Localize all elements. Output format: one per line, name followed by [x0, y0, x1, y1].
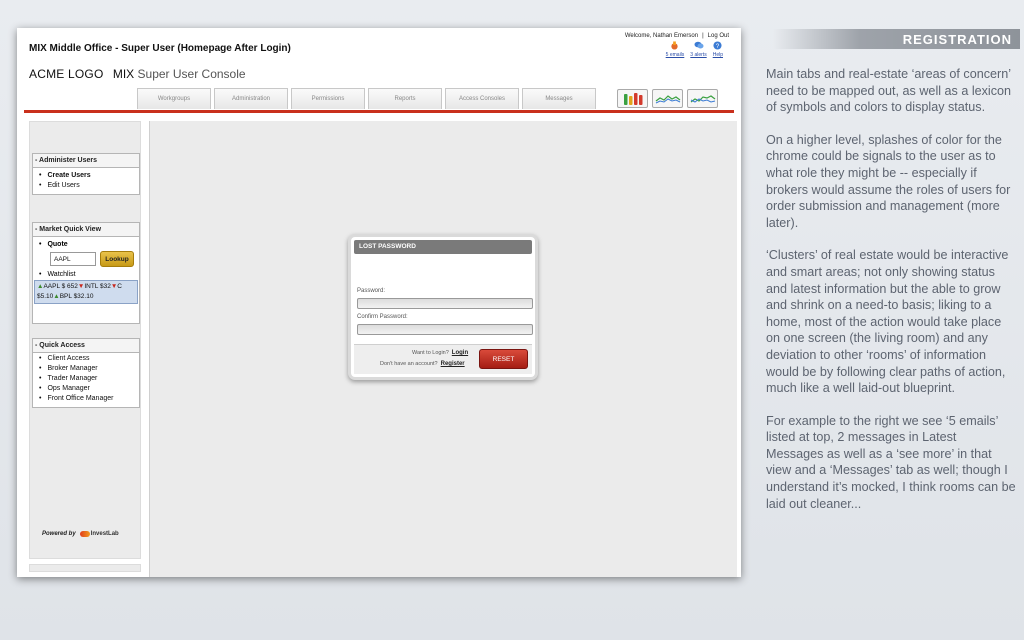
- login-link[interactable]: Login: [452, 350, 468, 356]
- password-field[interactable]: [357, 298, 533, 309]
- panel-title: - Quick Access: [33, 339, 139, 353]
- tab-reports[interactable]: Reports: [368, 88, 442, 109]
- quote-input[interactable]: [50, 252, 96, 266]
- dialog-title: LOST PASSWORD: [354, 240, 532, 254]
- confirm-password-field[interactable]: [357, 324, 533, 335]
- notes-text: Main tabs and real-estate ‘areas of conc…: [766, 66, 1016, 528]
- broker-manager-link[interactable]: Broker Manager: [39, 364, 139, 374]
- note-paragraph: For example to the right we see ‘5 email…: [766, 413, 1016, 511]
- login-row: Want to Login? Login: [412, 350, 469, 356]
- administer-users-panel: - Administer Users Create Users Edit Use…: [32, 153, 140, 195]
- mockup-window: MIX Middle Office - Super User (Homepage…: [17, 28, 741, 577]
- trader-manager-link[interactable]: Trader Manager: [39, 374, 139, 384]
- watchlist-ticker: ▲AAPL $ 652▼INTL $32▼C $5.10▲BPL $32.10: [34, 280, 138, 304]
- console-label: Super User Console: [137, 67, 246, 81]
- note-paragraph: Main tabs and real-estate ‘areas of conc…: [766, 67, 1012, 115]
- tab-permissions[interactable]: Permissions: [291, 88, 365, 109]
- password-label: Password:: [357, 288, 386, 294]
- register-row: Don't have an account? Register: [380, 361, 465, 367]
- user-icons: 5 emails 3 alerts ? Help: [666, 41, 723, 58]
- reset-button[interactable]: RESET: [479, 349, 528, 369]
- alerts-link[interactable]: 3 alerts: [690, 41, 707, 58]
- panel-title: - Administer Users: [33, 154, 139, 168]
- emails-link[interactable]: 5 emails: [666, 41, 684, 58]
- quote-row: Lookup: [33, 248, 139, 267]
- logo-row: ACME LOGO MIX Super User Console: [29, 67, 246, 81]
- tab-administration[interactable]: Administration: [214, 88, 288, 109]
- help-link[interactable]: ? Help: [713, 41, 723, 58]
- trend-chart-icon[interactable]: [687, 89, 718, 108]
- tab-workgroups[interactable]: Workgroups: [137, 88, 211, 109]
- ops-manager-link[interactable]: Ops Manager: [39, 384, 139, 394]
- dialog-footer: Want to Login? Login Don't have an accoun…: [354, 344, 532, 374]
- edit-users-link[interactable]: Edit Users: [39, 181, 139, 191]
- lost-password-dialog: LOST PASSWORD Password: Confirm Password…: [348, 234, 538, 380]
- help-icon: ?: [713, 41, 722, 52]
- tab-access-consoles[interactable]: Access Consoles: [445, 88, 519, 109]
- confirm-password-label: Confirm Password:: [357, 314, 408, 320]
- register-link[interactable]: Register: [441, 361, 465, 367]
- panel-title: - Market Quick View: [33, 223, 139, 237]
- status-icons: [617, 89, 718, 108]
- tab-messages[interactable]: Messages: [522, 88, 596, 109]
- watchlist-label: Watchlist: [33, 267, 139, 280]
- main-tabs: Workgroups Administration Permissions Re…: [137, 88, 596, 109]
- welcome-text: Welcome, Nathan Emerson: [624, 33, 699, 39]
- user-bar: Welcome, Nathan Emerson | Log Out: [624, 33, 729, 39]
- registration-banner: REGISTRATION: [773, 29, 1020, 49]
- mix-label: MIX: [112, 67, 135, 81]
- logout-link[interactable]: Log Out: [708, 33, 729, 39]
- client-access-link[interactable]: Client Access: [39, 354, 139, 364]
- investlab-logo: InvestLab: [79, 531, 119, 537]
- note-paragraph: ‘Clusters’ of real estate would be inter…: [766, 248, 1009, 396]
- quote-label: Quote: [33, 237, 139, 248]
- note-paragraph: On a higher level, splashes of color for…: [766, 132, 1011, 230]
- svg-text:?: ?: [716, 43, 720, 50]
- powered-by: Powered by InvestLab: [42, 531, 119, 537]
- lookup-button[interactable]: Lookup: [100, 251, 134, 267]
- market-quick-view-panel: - Market Quick View Quote Lookup Watchli…: [32, 222, 140, 324]
- quick-access-panel: - Quick Access Client Access Broker Mana…: [32, 338, 140, 408]
- chat-icon: [694, 41, 704, 52]
- acme-logo: ACME LOGO: [29, 67, 104, 81]
- sidebar-footer: [29, 564, 141, 572]
- left-sidebar: - Administer Users Create Users Edit Use…: [29, 121, 141, 559]
- bars-icon[interactable]: [617, 89, 648, 108]
- mail-icon: [670, 41, 679, 52]
- app-title: MIX Middle Office - Super User (Homepage…: [29, 43, 291, 54]
- front-office-manager-link[interactable]: Front Office Manager: [39, 394, 139, 404]
- header-divider: [24, 110, 734, 113]
- trend-chart-icon[interactable]: [652, 89, 683, 108]
- create-users-link[interactable]: Create Users: [39, 171, 139, 181]
- investlab-mark-icon: [79, 531, 90, 537]
